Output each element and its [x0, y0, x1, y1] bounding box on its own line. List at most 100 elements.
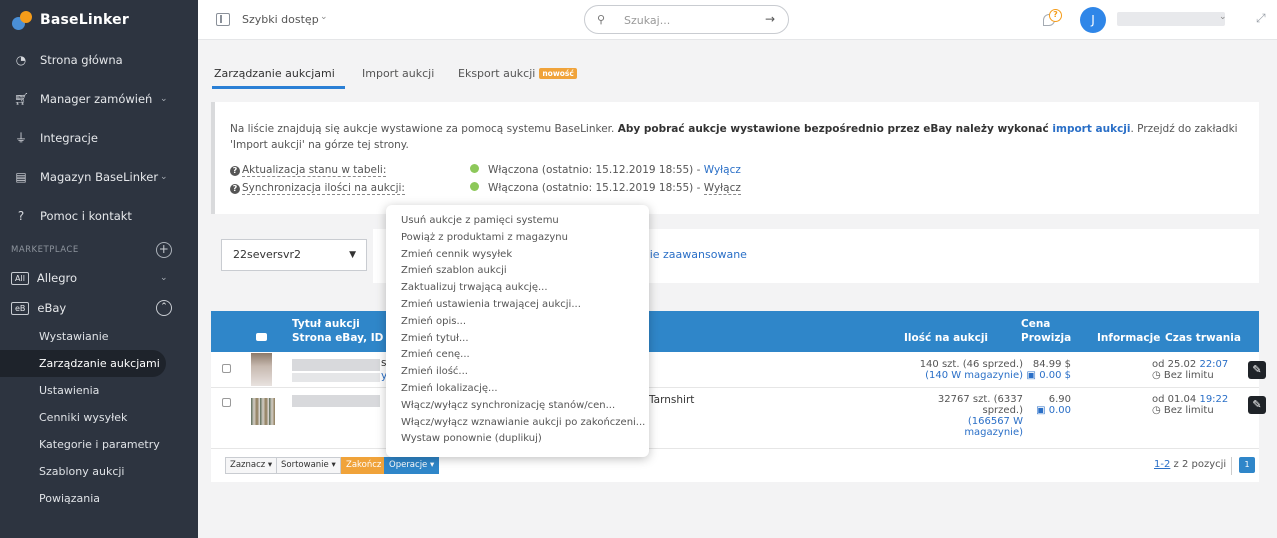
duration-cell: od 25.02 22:07 ◷ Bez limitu — [1152, 359, 1228, 381]
pager-range-link[interactable]: 1-2 — [1154, 459, 1170, 470]
topbar: Szybki dostęp ⌄ ⚲ Szukaj... → ? J ⌄ ⤢ — [198, 0, 1277, 40]
operations-dropdown-button[interactable]: Operacje ▾ — [384, 457, 440, 474]
arrow-right-icon[interactable]: → — [765, 12, 775, 26]
help-chat-icon[interactable]: ? — [1043, 9, 1062, 28]
row-checkbox[interactable] — [222, 398, 231, 407]
row-checkbox[interactable] — [222, 364, 231, 373]
sidebar-item-home[interactable]: ◔ Strona główna — [0, 40, 198, 79]
header-title[interactable]: Tytuł aukcji — [292, 318, 360, 330]
sidebar-subitem-shipping-pricelists[interactable]: Cenniki wysyłek — [0, 404, 198, 431]
edit-button[interactable]: ✎ — [1248, 396, 1266, 414]
warehouse-quantity-suffix[interactable]: magazynie) — [881, 427, 1023, 438]
menu-item-description[interactable]: Zmień opis... — [386, 314, 649, 331]
select-dropdown-button[interactable]: Zaznacz ▾ — [225, 457, 278, 474]
expand-icon[interactable]: ⤢ — [1256, 11, 1266, 26]
info-text-1: Na liście znajdują się aukcje wystawione… — [230, 123, 618, 135]
add-marketplace-icon[interactable]: + — [156, 242, 172, 258]
camera-icon — [256, 333, 267, 341]
warehouse-quantity[interactable]: (166567 W — [881, 416, 1023, 427]
warehouse-quantity[interactable]: (140 W magazynie) — [881, 370, 1023, 381]
chevron-down-icon[interactable]: ⌄ — [320, 12, 328, 22]
start-date: od 01.04 — [1152, 394, 1200, 405]
tab-import[interactable]: Import aukcji — [362, 67, 434, 80]
question-icon[interactable]: ? — [230, 166, 240, 176]
menu-item-link-products[interactable]: Powiąż z produktami z magazynu — [386, 230, 649, 247]
logo[interactable]: BaseLinker — [0, 0, 198, 40]
menu-item-auction-settings[interactable]: Zmień ustawienia trwającej aukcji... — [386, 297, 649, 314]
sidebar-item-help[interactable]: ? Pomoc i kontakt — [0, 196, 198, 235]
status-label[interactable]: Aktualizacja stanu w tabeli: — [242, 164, 387, 177]
menu-item-title[interactable]: Zmień tytuł... — [386, 331, 649, 348]
edit-button[interactable]: ✎ — [1248, 361, 1266, 379]
menu-item-remove[interactable]: Usuń aukcje z pamięci systemu — [386, 213, 649, 230]
menu-item-quantity[interactable]: Zmień ilość... — [386, 364, 649, 381]
page-1-button[interactable]: 1 — [1239, 457, 1255, 473]
product-thumbnail[interactable] — [251, 398, 275, 425]
menu-item-price[interactable]: Zmień cenę... — [386, 347, 649, 364]
tab-export[interactable]: Eksport aukcji nowość — [458, 67, 577, 80]
header-price[interactable]: Cena — [1021, 318, 1050, 330]
redacted-title — [292, 359, 380, 371]
disable-link[interactable]: Wyłącz — [703, 182, 741, 195]
money-icon: ▣ — [1036, 405, 1049, 416]
marketplace-section-label: MARKETPLACE + — [0, 237, 198, 263]
menu-item-location[interactable]: Zmień lokalizację... — [386, 381, 649, 398]
chevron-down-icon: ⌄ — [160, 273, 168, 283]
commission-amount: 0.00 — [1048, 405, 1071, 416]
menu-item-shipping-pricelist[interactable]: Zmień cennik wysyłek — [386, 247, 649, 264]
sidebar-item-warehouse[interactable]: ▤ Magazyn BaseLinker ⌄ — [0, 157, 198, 196]
menu-item-template[interactable]: Zmień szablon aukcji — [386, 263, 649, 280]
status-label[interactable]: Synchronizacja ilości na aukcji: — [242, 182, 405, 195]
import-link[interactable]: import aukcji — [1052, 123, 1130, 135]
menu-item-sync-toggle[interactable]: Włącz/wyłącz synchronizację stanów/cen..… — [386, 398, 649, 415]
commission-value: ▣ 0.00 $ — [1021, 370, 1071, 381]
title-fragment: Tarnshirt — [649, 394, 695, 406]
chevron-down-icon[interactable]: ⌄ — [1219, 12, 1227, 22]
tab-auction-management[interactable]: Zarządzanie aukcjami — [214, 67, 335, 80]
disable-link[interactable]: Wyłącz — [704, 164, 741, 176]
header-quantity[interactable]: Ilość na aukcji — [904, 332, 988, 344]
caret-down-icon: ▼ — [349, 250, 356, 260]
finish-button[interactable]: Zakończ — [341, 457, 387, 474]
quick-access-label[interactable]: Szybki dostęp — [242, 13, 319, 26]
sidebar-subitem-categories[interactable]: Kategorie i parametry — [0, 431, 198, 458]
info-text: Na liście znajdują się aukcje wystawione… — [230, 121, 1260, 153]
header-duration[interactable]: Czas trwania — [1165, 332, 1241, 344]
sidebar-item-label: Magazyn BaseLinker — [40, 169, 159, 184]
tab-export-label: Eksport aukcji — [458, 67, 536, 80]
menu-item-update-auction[interactable]: Zaktualizuj trwającą aukcję... — [386, 280, 649, 297]
sidebar-subitem-auction-management[interactable]: Zarządzanie aukcjami — [0, 350, 166, 377]
table-header: Tytuł aukcji Strona eBay, ID pro Ilość n… — [211, 311, 1259, 352]
sidebar-item-allegro[interactable]: All Allegro ⌄ — [0, 263, 198, 293]
chevron-up-icon[interactable]: ⌃ — [156, 300, 172, 316]
sidebar-subitem-links[interactable]: Powiązania — [0, 485, 198, 512]
table-row: s y 140 szt. (46 sprzed.) (140 W magazyn… — [211, 352, 1266, 388]
header-commission[interactable]: Prowizja — [1021, 332, 1071, 344]
sidebar-subitem-listing[interactable]: Wystawianie — [0, 323, 198, 350]
baselinker-logo-icon — [12, 9, 34, 31]
sidebar-subitem-templates[interactable]: Szablony aukcji — [0, 458, 198, 485]
account-select-value: 22seversvr2 — [233, 248, 302, 261]
sidebar-item-integrations[interactable]: ⏚ Integracje — [0, 118, 198, 157]
sidebar-subitem-settings[interactable]: Ustawienia — [0, 377, 198, 404]
sidebar-toggle-icon[interactable] — [216, 13, 230, 26]
product-thumbnail[interactable] — [251, 353, 272, 386]
pager-total: z 2 pozycji — [1170, 459, 1227, 470]
menu-item-duplicate[interactable]: Wystaw ponownie (duplikuj) — [386, 431, 649, 448]
user-name-redacted[interactable] — [1117, 12, 1225, 26]
avatar[interactable]: J — [1080, 7, 1106, 33]
sidebar: BaseLinker ◔ Strona główna 🛒︎ Manager za… — [0, 0, 198, 538]
sort-dropdown-button[interactable]: Sortowanie ▾ — [276, 457, 341, 474]
duration-limit: Bez limitu — [1163, 405, 1214, 416]
sidebar-item-orders[interactable]: 🛒︎ Manager zamówień ⌄ — [0, 79, 198, 118]
sidebar-item-ebay[interactable]: eB eBay ⌃ — [0, 293, 198, 323]
sidebar-item-label: Pomoc i kontakt — [40, 208, 132, 223]
duration-limit: Bez limitu — [1163, 370, 1214, 381]
redacted-id — [292, 373, 380, 382]
price-value: 6.90 — [1048, 394, 1071, 405]
account-select[interactable]: 22seversvr2 ▼ — [221, 239, 367, 271]
menu-item-relist-toggle[interactable]: Włącz/wyłącz wznawianie aukcji po zakońc… — [386, 415, 649, 432]
search-input[interactable]: ⚲ Szukaj... → — [584, 5, 789, 34]
question-icon[interactable]: ? — [230, 184, 240, 194]
clock-icon: ◷ — [1152, 405, 1164, 416]
